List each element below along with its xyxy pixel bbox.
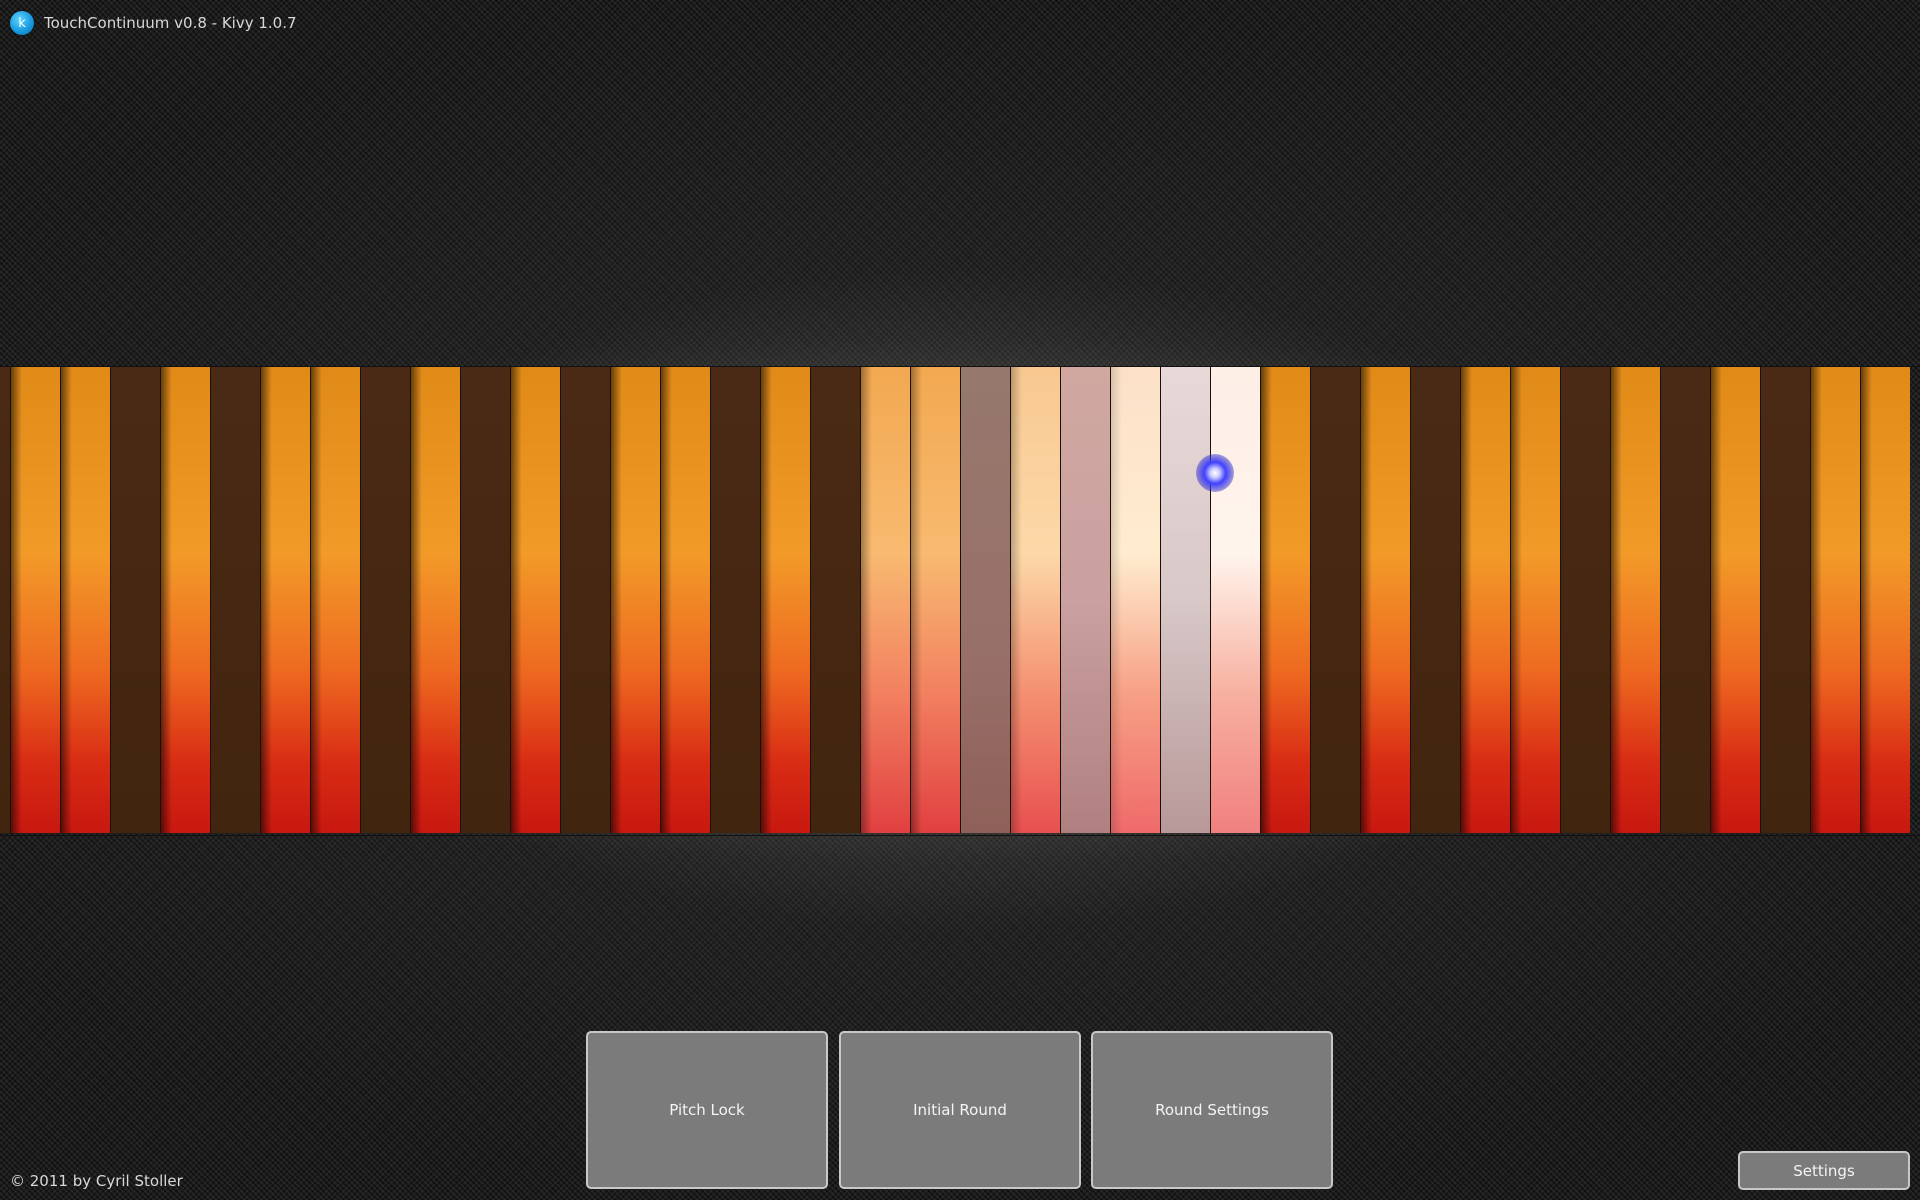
keyboard-key[interactable] xyxy=(1610,367,1660,833)
keyboard-key[interactable] xyxy=(10,367,60,833)
keyboard-key[interactable] xyxy=(160,367,210,833)
keyboard-key[interactable] xyxy=(1810,367,1860,833)
keyboard-key[interactable] xyxy=(710,367,760,833)
keyboard-key[interactable] xyxy=(0,367,10,833)
keyboard-key[interactable] xyxy=(310,367,360,833)
keyboard-key[interactable] xyxy=(1760,367,1810,833)
pitch-lock-button[interactable]: Pitch Lock xyxy=(586,1031,828,1189)
keyboard-key[interactable] xyxy=(1560,367,1610,833)
keyboard-key[interactable] xyxy=(1410,367,1460,833)
keyboard-key[interactable] xyxy=(1460,367,1510,833)
keyboard-key[interactable] xyxy=(860,367,910,833)
keyboard-key[interactable] xyxy=(360,367,410,833)
keyboard-key[interactable] xyxy=(1210,367,1260,833)
keyboard-key[interactable] xyxy=(810,367,860,833)
keyboard-key[interactable] xyxy=(1710,367,1760,833)
keyboard-key[interactable] xyxy=(1060,367,1110,833)
keyboard-key[interactable] xyxy=(210,367,260,833)
keyboard-key[interactable] xyxy=(410,367,460,833)
title-bar: k TouchContinuum v0.8 - Kivy 1.0.7 xyxy=(10,10,297,36)
keyboard-key[interactable] xyxy=(560,367,610,833)
keyboard-key[interactable] xyxy=(260,367,310,833)
copyright-text: © 2011 by Cyril Stoller xyxy=(10,1172,183,1190)
round-settings-button[interactable]: Round Settings xyxy=(1091,1031,1333,1189)
keyboard-key[interactable] xyxy=(1510,367,1560,833)
keyboard-key[interactable] xyxy=(960,367,1010,833)
kivy-logo-icon: k xyxy=(10,11,34,35)
keyboard-key[interactable] xyxy=(1660,367,1710,833)
keyboard-key[interactable] xyxy=(60,367,110,833)
keyboard-key[interactable] xyxy=(610,367,660,833)
continuum-keyboard[interactable] xyxy=(0,366,1920,836)
keyboard-key[interactable] xyxy=(1010,367,1060,833)
keyboard-key[interactable] xyxy=(1310,367,1360,833)
keyboard-key[interactable] xyxy=(1860,367,1910,833)
keyboard-key[interactable] xyxy=(510,367,560,833)
keyboard-key[interactable] xyxy=(460,367,510,833)
initial-round-button[interactable]: Initial Round xyxy=(839,1031,1081,1189)
keyboard-key[interactable] xyxy=(660,367,710,833)
keyboard-key[interactable] xyxy=(910,367,960,833)
keyboard-key[interactable] xyxy=(1110,367,1160,833)
app-title: TouchContinuum v0.8 - Kivy 1.0.7 xyxy=(44,14,297,32)
touch-indicator xyxy=(1196,454,1234,492)
keyboard-key[interactable] xyxy=(1160,367,1210,833)
keyboard-key[interactable] xyxy=(1260,367,1310,833)
keyboard-key[interactable] xyxy=(110,367,160,833)
keyboard-key[interactable] xyxy=(1360,367,1410,833)
keyboard-key[interactable] xyxy=(760,367,810,833)
settings-button[interactable]: Settings xyxy=(1738,1151,1910,1190)
